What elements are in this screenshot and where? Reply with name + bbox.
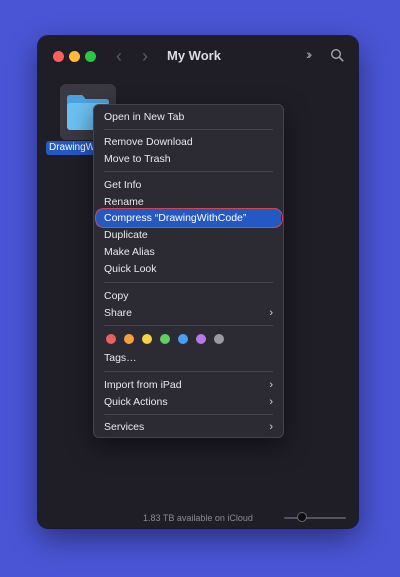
tag-yellow[interactable] (142, 334, 152, 344)
tag-blue[interactable] (178, 334, 188, 344)
menu-item-copy[interactable]: Copy (104, 288, 275, 304)
menu-item-make-alias[interactable]: Make Alias (104, 244, 275, 260)
menu-item-duplicate[interactable]: Duplicate (104, 227, 275, 243)
minimize-window-button[interactable] (69, 51, 80, 62)
tag-red[interactable] (106, 334, 116, 344)
close-window-button[interactable] (53, 51, 64, 62)
annotation-highlight-ring (95, 208, 283, 228)
storage-status-text: 1.83 TB available on iCloud (143, 513, 253, 523)
icon-size-slider-knob[interactable] (297, 512, 307, 522)
tag-purple[interactable] (196, 334, 206, 344)
menu-separator (104, 282, 273, 283)
menu-item-open-in-new-tab[interactable]: Open in New Tab (104, 109, 275, 125)
menu-item-quick-look[interactable]: Quick Look (104, 261, 275, 277)
menu-item-quick-actions[interactable]: Quick Actions › (104, 394, 275, 410)
menu-separator (104, 325, 273, 326)
menu-item-share[interactable]: Share › (104, 305, 275, 321)
tag-green[interactable] (160, 334, 170, 344)
zoom-window-button[interactable] (85, 51, 96, 62)
submenu-chevron-icon: › (269, 307, 273, 319)
tag-gray[interactable] (214, 334, 224, 344)
menu-item-import-from-ipad[interactable]: Import from iPad › (104, 377, 275, 393)
icon-size-slider-track[interactable] (284, 517, 346, 519)
title-bar: ‹ › My Work ›› (38, 36, 358, 76)
window-title: My Work (167, 48, 221, 63)
menu-item-remove-download[interactable]: Remove Download (104, 134, 275, 150)
menu-item-move-to-trash[interactable]: Move to Trash (104, 151, 275, 167)
menu-item-tags[interactable]: Tags… (104, 350, 275, 366)
tag-orange[interactable] (124, 334, 134, 344)
menu-item-get-info[interactable]: Get Info (104, 177, 275, 193)
menu-separator (104, 371, 273, 372)
submenu-chevron-icon: › (269, 421, 273, 433)
menu-item-services[interactable]: Services › (104, 419, 275, 435)
folder-name-label[interactable]: DrawingWithCode (46, 141, 94, 155)
forward-chevron-icon[interactable]: › (142, 45, 148, 67)
search-icon[interactable] (330, 48, 344, 62)
menu-separator (104, 414, 273, 415)
submenu-chevron-icon: › (269, 396, 273, 408)
context-menu: Open in New Tab Remove Download Move to … (93, 104, 284, 438)
back-chevron-icon[interactable]: ‹ (116, 45, 122, 67)
menu-separator (104, 129, 273, 130)
more-toolbar-icon[interactable]: ›› (306, 46, 313, 62)
submenu-chevron-icon: › (269, 379, 273, 391)
menu-separator (104, 171, 273, 172)
